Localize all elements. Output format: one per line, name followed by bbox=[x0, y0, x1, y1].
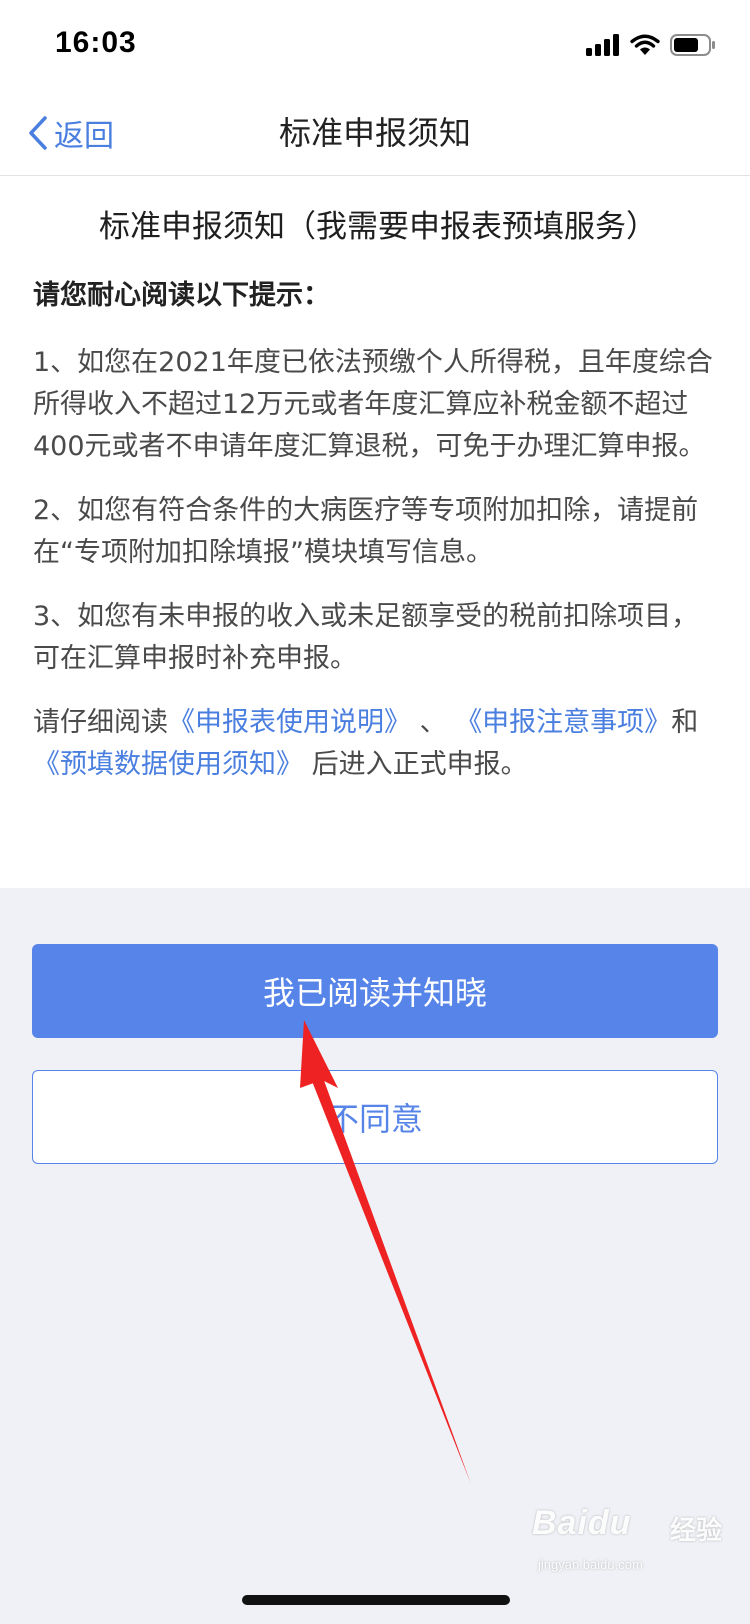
read-notice-prefix: 请仔细阅读 bbox=[33, 707, 168, 738]
watermark: Baidu 经验 jingyan.baidu.com bbox=[532, 1504, 722, 1572]
read-notice-suffix: 后进入正式申报。 bbox=[311, 749, 528, 780]
battery-icon bbox=[670, 34, 715, 56]
notice-item-1: 1、如您在2021年度已依法预缴个人所得税，且年度综合所得收入不超过12万元或者… bbox=[33, 347, 713, 462]
notice-content: 标准申报须知（我需要申报表预填服务） 请您耐心阅读以下提示： 1、如您在2021… bbox=[33, 200, 723, 808]
status-time: 16:03 bbox=[55, 26, 137, 59]
document-title: 标准申报须知（我需要申报表预填服务） bbox=[99, 209, 657, 245]
link-prefill-data-notice[interactable]: 《预填数据使用须知》 bbox=[33, 749, 303, 780]
watermark-sub: 经验 bbox=[669, 1516, 722, 1546]
disagree-button[interactable]: 不同意 bbox=[32, 1070, 718, 1164]
watermark-brand: Baidu bbox=[532, 1504, 632, 1542]
notice-item-3: 3、如您有未申报的收入或未足额享受的税前扣除项目，可在汇算申报时补充申报。 bbox=[33, 601, 699, 674]
read-notice: 请仔细阅读《申报表使用说明》 、 《申报注意事项》和 《预填数据使用须知》 后进… bbox=[33, 702, 723, 786]
status-icons bbox=[586, 30, 716, 60]
page-title: 标准申报须知 bbox=[278, 114, 471, 152]
agree-button[interactable]: 我已阅读并知晓 bbox=[32, 944, 718, 1038]
status-bar: 16:03 bbox=[0, 0, 750, 90]
read-notice-sep2: 和 bbox=[671, 707, 699, 738]
home-indicator bbox=[242, 1595, 510, 1605]
lead-text: 请您耐心阅读以下提示： bbox=[33, 280, 330, 311]
navigation-bar: 返回 标准申报须知 bbox=[0, 90, 750, 176]
link-declaration-form-instructions[interactable]: 《申报表使用说明》 bbox=[168, 707, 411, 738]
wifi-icon bbox=[630, 34, 660, 55]
read-notice-sep1: 、 bbox=[419, 707, 447, 738]
cellular-signal-icon bbox=[586, 34, 619, 56]
link-declaration-precautions[interactable]: 《申报注意事项》 bbox=[455, 707, 671, 738]
notice-item-2: 2、如您有符合条件的大病医疗等专项附加扣除，请提前在“专项附加扣除填报”模块填写… bbox=[33, 495, 699, 568]
watermark-url: jingyan.baidu.com bbox=[538, 1557, 643, 1572]
